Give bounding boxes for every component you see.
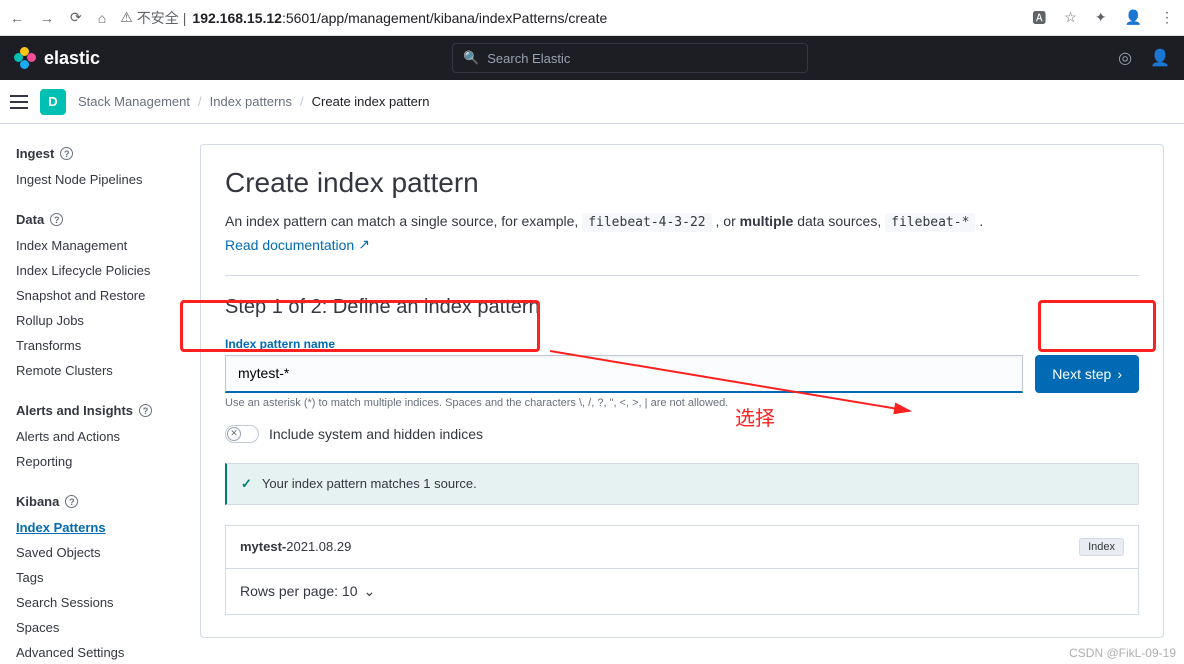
back-icon[interactable]: ← [10, 10, 24, 26]
index-pattern-name-input[interactable] [225, 355, 1023, 393]
help-icon[interactable]: ? [50, 213, 63, 226]
profile-icon[interactable]: 👤 [1125, 9, 1142, 26]
sidebar-section-ingest: Ingest? [8, 140, 180, 167]
sidebar-section-alerts: Alerts and Insights? [8, 397, 180, 424]
index-badge: Index [1079, 538, 1124, 556]
chevron-down-icon: ⌄ [364, 583, 376, 600]
search-icon: 🔍 [463, 50, 479, 66]
user-icon[interactable]: 👤 [1150, 48, 1170, 68]
search-placeholder: Search Elastic [487, 51, 570, 66]
include-hidden-toggle[interactable]: ✕ [225, 425, 259, 443]
description: An index pattern can match a single sour… [225, 213, 1139, 230]
extension-icon[interactable]: ✦ [1095, 9, 1107, 26]
page-title: Create index pattern [225, 167, 1139, 199]
sidebar-item-index-patterns[interactable]: Index Patterns [8, 515, 180, 540]
main-content: Create index pattern An index pattern ca… [180, 124, 1184, 664]
field-hint: Use an asterisk (*) to match multiple in… [225, 397, 1023, 409]
toggle-label: Include system and hidden indices [269, 426, 483, 442]
sidebar-section-data: Data? [8, 206, 180, 233]
insecure-text: 不安全 [137, 8, 179, 28]
help-icon[interactable]: ? [65, 495, 78, 508]
forward-icon[interactable]: → [40, 10, 54, 26]
hamburger-icon[interactable] [10, 95, 28, 109]
sidebar-item-spaces[interactable]: Spaces [8, 615, 180, 640]
step-title: Step 1 of 2: Define an index pattern [225, 296, 1139, 319]
match-callout: ✓ Your index pattern matches 1 source. [225, 463, 1139, 505]
breadcrumb-sep: / [300, 94, 304, 109]
space-selector[interactable]: D [40, 89, 66, 115]
sidebar-item-index-management[interactable]: Index Management [8, 233, 180, 258]
help-icon[interactable]: ? [139, 404, 152, 417]
sub-header: D Stack Management / Index patterns / Cr… [0, 80, 1184, 124]
sidebar-item-ilm[interactable]: Index Lifecycle Policies [8, 258, 180, 283]
elastic-logo-icon [14, 47, 36, 69]
sidebar-item-rollup[interactable]: Rollup Jobs [8, 308, 180, 333]
sidebar-section-kibana: Kibana? [8, 488, 180, 515]
elastic-header: elastic 🔍 Search Elastic ◎ 👤 [0, 36, 1184, 80]
check-icon: ✓ [241, 476, 252, 492]
next-step-button[interactable]: Next step › [1035, 355, 1139, 393]
breadcrumb-index-patterns[interactable]: Index patterns [210, 94, 292, 109]
chevron-right-icon: › [1117, 366, 1122, 382]
elastic-logo[interactable]: elastic [14, 47, 100, 69]
help-icon[interactable]: ◎ [1118, 48, 1132, 68]
sidebar-item-search-sessions[interactable]: Search Sessions [8, 590, 180, 615]
breadcrumb: Stack Management / Index patterns / Crea… [78, 94, 429, 109]
sidebar: Ingest? Ingest Node Pipelines Data? Inde… [0, 124, 180, 664]
brand-text: elastic [44, 48, 100, 69]
reload-icon[interactable]: ⟳ [70, 9, 82, 26]
menu-icon[interactable]: ⋮ [1160, 9, 1174, 26]
separator: | [183, 10, 187, 26]
star-icon[interactable]: ☆ [1064, 9, 1077, 26]
sidebar-item-tags[interactable]: Tags [8, 565, 180, 590]
matched-index-row: mytest-2021.08.29 Index [225, 525, 1139, 569]
chrome-right: 🅰 ☆ ✦ 👤 ⋮ [1032, 8, 1174, 28]
breadcrumb-stack-management[interactable]: Stack Management [78, 94, 190, 109]
warning-icon: ⚠ [120, 9, 133, 26]
sidebar-item-saved-objects[interactable]: Saved Objects [8, 540, 180, 565]
breadcrumb-current: Create index pattern [312, 94, 430, 109]
home-icon[interactable]: ⌂ [98, 10, 106, 26]
sidebar-item-remote-clusters[interactable]: Remote Clusters [8, 358, 180, 383]
sidebar-item-advanced[interactable]: Advanced Settings [8, 640, 180, 664]
breadcrumb-sep: / [198, 94, 202, 109]
global-search[interactable]: 🔍 Search Elastic [452, 43, 808, 73]
read-docs-link[interactable]: Read documentation ↗ [225, 236, 370, 253]
address-bar[interactable]: ⚠ 不安全 | 192.168.15.12:5601/app/managemen… [120, 8, 1018, 28]
sidebar-item-alerts[interactable]: Alerts and Actions [8, 424, 180, 449]
insecure-badge: ⚠ 不安全 | [120, 8, 186, 28]
field-label: Index pattern name [225, 337, 1139, 351]
code-example-1: filebeat-4-3-22 [582, 213, 711, 232]
code-example-2: filebeat-* [885, 213, 975, 232]
help-icon[interactable]: ? [60, 147, 73, 160]
url-host: 192.168.15.12:5601/app/management/kibana… [192, 10, 607, 26]
rows-per-page[interactable]: Rows per page: 10 ⌄ [225, 569, 1139, 615]
sidebar-item-snapshot[interactable]: Snapshot and Restore [8, 283, 180, 308]
watermark: CSDN @FikL-09-19 [1069, 646, 1176, 660]
translate-icon[interactable]: 🅰 [1032, 8, 1046, 28]
sidebar-item-reporting[interactable]: Reporting [8, 449, 180, 474]
nav-buttons: ← → ⟳ ⌂ [10, 9, 106, 26]
external-link-icon: ↗ [358, 236, 370, 253]
create-pattern-panel: Create index pattern An index pattern ca… [200, 144, 1164, 638]
browser-chrome: ← → ⟳ ⌂ ⚠ 不安全 | 192.168.15.12:5601/app/m… [0, 0, 1184, 36]
sidebar-item-ingest-pipelines[interactable]: Ingest Node Pipelines [8, 167, 180, 192]
sidebar-item-transforms[interactable]: Transforms [8, 333, 180, 358]
